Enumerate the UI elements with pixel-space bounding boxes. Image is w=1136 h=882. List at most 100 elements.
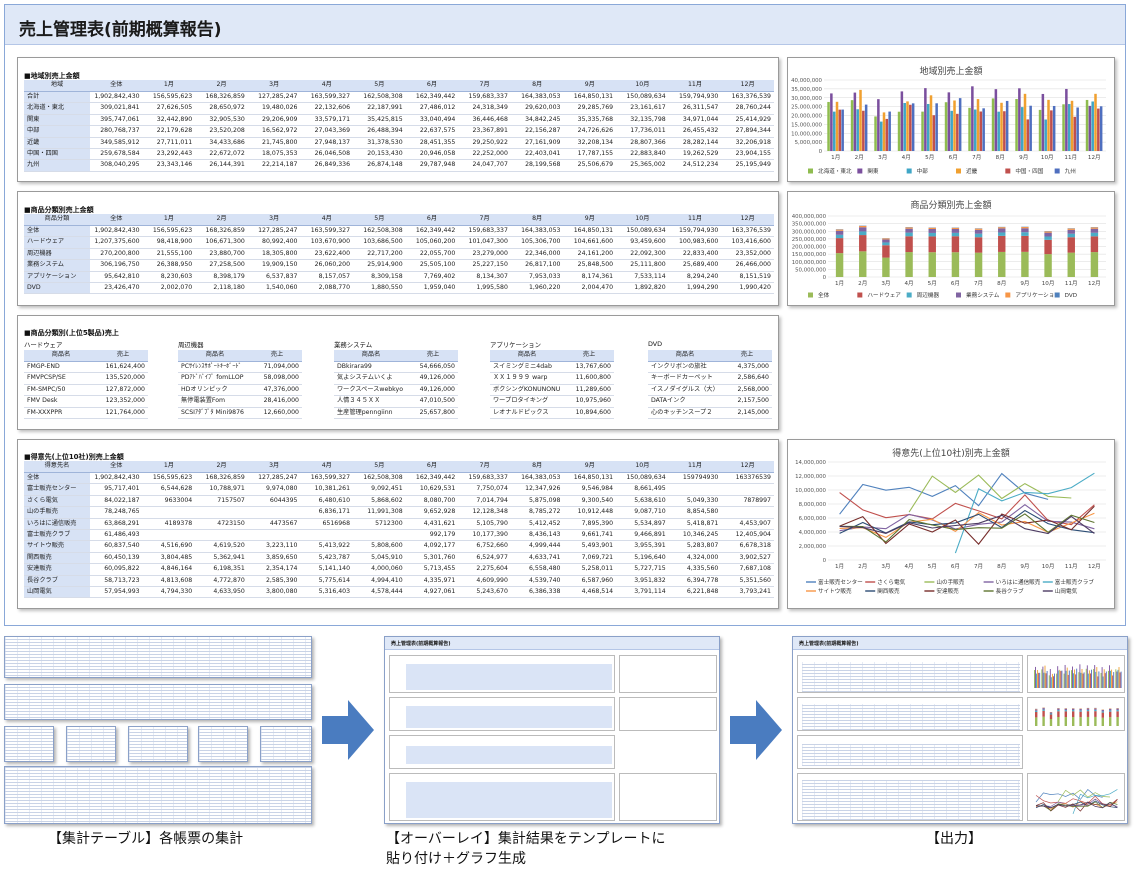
table-row: 気よシステムいくよ 49,126,000 [334,372,458,385]
stacked-bar-segment [859,235,867,252]
row-label: 富士販売センター [24,483,91,496]
table-cell [195,506,248,519]
thumb-bar [1044,665,1046,688]
table-cell: 306,196,750 [90,259,143,272]
thumb-stacked-segment [1116,711,1119,718]
top5-table: 商品名 売上 DBkirara99 54,666,050 気よシステムいくよ 49,126… [334,350,458,419]
x-tick-label: 9月 [1019,154,1028,161]
table-cell: 7878997 [721,495,774,508]
table-row: PCｻｲﾚﾝｽｻﾎﾟｰﾄｷｰﾎﾞｰﾄﾞ 71,094,000 [178,361,302,374]
table-header-row: 地域 全体 1月 2月 3月 4月 5月 6月 7月 8月 9月 10月 11月 12月 [24,80,774,92]
thumb-bar [1100,672,1102,688]
product-sales: 10,894,600 [564,407,614,419]
flow-arrow-icon [730,700,782,760]
thumb-bar-chart [1034,664,1122,688]
table-cell: 159,794,930 [668,91,722,104]
x-tick-label: 2月 [858,280,867,287]
bar [1020,107,1024,151]
legend-label: 関西販売 [877,587,900,595]
table-header-row: 得意先名 全体 1月 2月 3月 4月 5月 6月 7月 8月 9月 10月 11月 12月 [24,461,774,473]
y-tick-label: 15,000,000 [791,122,822,128]
bar [1029,105,1032,151]
column-header: 5月 [353,214,406,226]
legend-swatch [857,292,863,298]
bar [1023,93,1027,151]
bar [944,102,948,151]
table-cell: 163,599,327 [300,91,354,104]
table-cell: 78,248,765 [90,506,143,519]
bar [1088,105,1092,151]
table-cell: 5,727,715 [616,563,669,576]
thumb-stacked-segment [1072,717,1075,726]
thumb-table-grid [802,704,1020,730]
table-row: 近畿 349,585,912 27,711,011 34,433,686 21,745,… [24,137,774,149]
thumb-table-grid [5,637,311,677]
thumb-aggregate-tables [260,726,312,762]
table-cell: 1,540,060 [247,282,301,295]
bar [1005,100,1009,151]
table-cell: 10,177,390 [458,529,511,542]
table-cell: 10,912,448 [563,506,617,519]
stacked-bar-segment [951,228,960,233]
top5-table: 商品名 売上 PCｻｲﾚﾝｽｻﾎﾟｰﾄｷｰﾎﾞｰﾄﾞ 71,094,000 PDｱﾄﾞﾊ… [178,350,302,419]
table-row: 周辺機器 270,200,800 21,555,100 23,880,700 18,30… [24,248,774,261]
bar [1094,93,1097,151]
table-cell: 17,787,155 [563,148,617,161]
column-header: 11月 [668,80,722,92]
table-cell: 29,620,003 [510,102,564,115]
table-cell: 22,214,187 [247,159,301,172]
stacked-bar-segment [1067,229,1075,234]
table-cell: 35,425,815 [353,114,406,127]
bar [991,98,995,151]
thumb-table-slot [389,773,615,821]
stacked-bar-segment [1044,232,1052,237]
row-label: 山岡電気 [24,586,91,599]
bar [877,99,880,151]
thumb-aggregate-tables [198,726,248,762]
column-header: 全体 [90,80,143,92]
table-cell: 9,092,451 [353,483,406,496]
thumb-stacked-segment [1101,710,1104,712]
stacked-bar-segment [1044,239,1052,255]
table-cell: 6,394,778 [668,575,722,587]
product-sales: 135,520,000 [98,372,148,385]
x-tick-label: 1月 [831,154,840,161]
table-cell [668,483,722,496]
stacked-bar-segment [974,233,983,238]
table-row: PDｱﾄﾞﾊﾞｲﾌﾟ fomLLOP 58,098,000 [178,372,302,385]
stacked-bar-segment [974,229,983,234]
x-tick-label: 6月 [951,563,960,570]
thumb-stacked-segment [1086,716,1090,726]
y-tick-label: 10,000,000 [791,131,822,137]
thumb-series-line [1035,788,1103,803]
table-cell: 19,262,529 [668,148,722,161]
thumb-bar [1058,670,1060,688]
thumb-table-grid [261,727,311,761]
legend-swatch [857,168,863,174]
thumb-table-slot [389,697,615,731]
table-cell: 2,275,604 [458,563,511,576]
table-cell: 80,992,400 [247,236,301,249]
table-cell: 1,880,550 [353,282,406,295]
table-cell: 5,301,760 [405,552,459,565]
product-sales: 127,872,000 [98,384,148,397]
stacked-bar-segment [1044,254,1052,277]
bar [968,107,971,151]
table-row: サイトウ販売 60,837,540 4,516,690 4,619,520 3,223,… [24,540,774,553]
bar [1003,111,1006,151]
thumb-bar [1076,668,1078,688]
product-sales: 49,126,000 [408,384,458,397]
legend-label: DVD [1065,293,1077,299]
table-cell: 3,951,832 [616,575,669,587]
bar [903,102,906,151]
table-row: 関東 395,747,061 32,442,890 32,905,530 29,206,… [24,114,774,127]
product-name: HDオリンピック [178,384,252,397]
thumb-bar [1082,673,1084,688]
bar [1085,99,1089,151]
thumb-bar [1035,666,1036,688]
bar [859,89,862,151]
table-cell: 26,817,100 [510,259,564,272]
table-row: さくら電気 84,022,187 9633004 7157507 6044395 6,48… [24,495,774,508]
stacked-bar-segment [882,257,890,277]
table-cell: 270,200,800 [90,248,143,261]
